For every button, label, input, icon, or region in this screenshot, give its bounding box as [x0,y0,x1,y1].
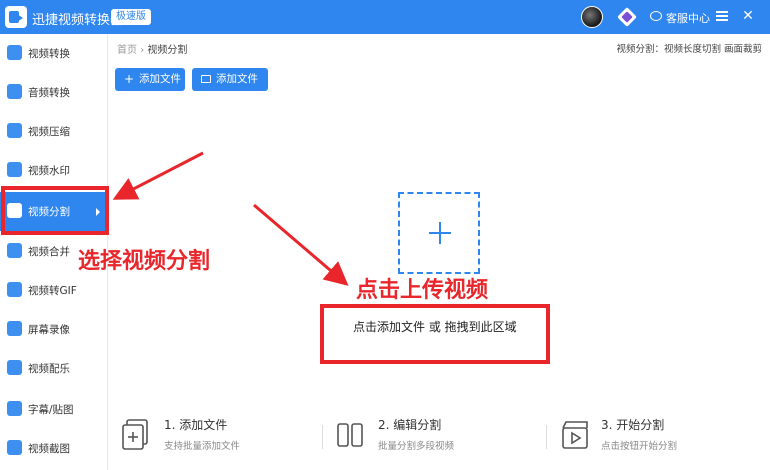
app-title: 迅捷视频转换器 [32,13,124,28]
sidebar-item-video-compress[interactable]: 视频压缩 [0,112,108,151]
sidebar-item-video-screenshot[interactable]: 视频截图 [0,429,108,468]
audio-convert-icon [7,84,22,99]
screen-record-icon [7,321,22,336]
add-file-icon [122,419,148,450]
service-center-link[interactable]: 客服中心 [666,10,710,26]
add-file-button[interactable]: + 添加文件 [115,68,185,91]
step-2-desc: 批量分割多段视频 [378,441,455,452]
vip-icon[interactable] [617,7,637,27]
sidebar-item-label: 视频水印 [28,165,70,177]
plus-icon: + [124,72,135,86]
step-1-title: 1. 添加文件 [164,418,228,432]
add-folder-button[interactable]: 添加文件夹 [192,68,268,108]
title-bar: 迅捷视频转换器 极速版 客服中心 ✕ [0,0,770,34]
split-mode-hint: 视频分割：视频长度切割 画面裁剪 [616,41,762,55]
sidebar-item-subtitle-sticker[interactable]: 字幕/贴图 [0,390,108,429]
close-icon[interactable]: ✕ [740,8,756,24]
edition-badge: 极速版 [111,9,151,25]
sidebar-item-label: 视频截图 [28,443,70,455]
edit-split-icon [337,423,363,447]
sidebar-item-label: 字幕/贴图 [28,404,74,416]
sidebar-item-video-convert[interactable]: 视频转换 [0,34,108,73]
sidebar-item-video-gif[interactable]: 视频转GIF [0,271,108,310]
video-compress-icon [7,123,22,138]
sidebar-item-label: 视频配乐 [28,363,70,375]
arrow-to-sidebar-icon [112,151,204,200]
video-gif-icon [7,282,22,297]
annotation-select-split: 选择视频分割 [78,249,211,274]
user-avatar[interactable] [581,6,603,28]
step-divider [322,425,323,449]
video-watermark-icon [7,162,22,177]
sidebar-item-label: 视频压缩 [28,126,70,138]
start-split-icon [562,421,588,449]
annotation-highlight-dropzone [320,304,550,364]
folder-icon [201,75,211,83]
subtitle-sticker-icon [7,401,22,416]
annotation-upload-video: 点击上传视频 [356,278,489,303]
split-mode-prefix: 视频分割： [616,44,664,55]
video-screenshot-icon [7,440,22,455]
app-logo-icon [5,6,27,28]
sidebar-item-label: 视频转换 [28,48,70,60]
breadcrumb-separator: › [140,45,145,56]
sidebar-item-label: 视频转GIF [28,285,77,297]
split-mode-options[interactable]: 视频长度切割 画面裁剪 [664,44,762,55]
video-music-icon [7,360,22,375]
add-folder-label: 添加文件夹 [216,73,258,108]
menu-icon[interactable] [716,11,728,21]
breadcrumb-home[interactable]: 首页 [117,45,137,56]
breadcrumb: 首页 › 视频分割 [117,41,187,56]
video-merge-icon [7,243,22,258]
sidebar-item-video-watermark[interactable]: 视频水印 [0,151,108,190]
step-3-desc: 点击按钮开始分割 [601,441,678,452]
step-divider [546,425,547,449]
add-file-label: 添加文件 [139,73,181,85]
sidebar-item-video-music[interactable]: 视频配乐 [0,349,108,388]
sidebar-item-label: 视频合并 [28,246,70,258]
step-1-desc: 支持批量添加文件 [164,441,241,452]
step-3-title: 3. 开始分割 [601,418,665,432]
video-convert-icon [7,45,22,60]
annotation-highlight-sidebar [1,186,109,235]
sidebar-item-audio-convert[interactable]: 音频转换 [0,73,108,112]
sidebar-item-screen-record[interactable]: 屏幕录像 [0,310,108,349]
plus-icon-vertical [439,222,441,244]
sidebar-item-label: 屏幕录像 [28,324,70,336]
chat-bubble-icon[interactable] [650,11,662,21]
breadcrumb-current: 视频分割 [147,45,188,56]
step-2-title: 2. 编辑分割 [378,418,442,432]
upload-dropzone[interactable] [398,192,480,274]
sidebar-item-label: 音频转换 [28,87,70,99]
arrow-to-dropzone-icon [253,203,349,286]
